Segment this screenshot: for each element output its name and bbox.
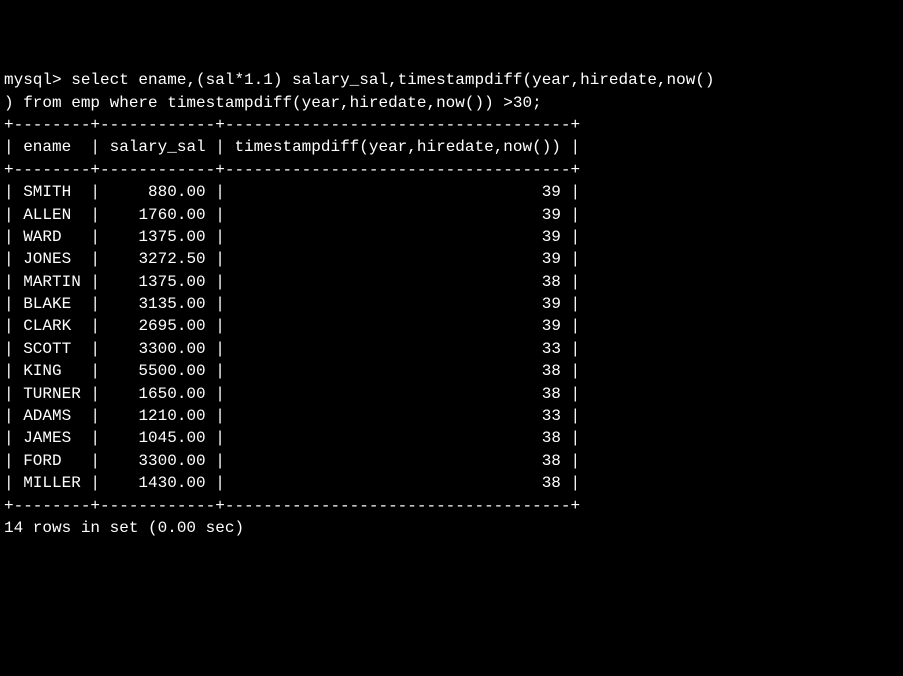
sql-query-text: select ename,(sal*1.1) salary_sal,timest… [4,71,715,111]
table-row: | SCOTT | 3300.00 | 33 | [4,340,580,358]
table-row: | ALLEN | 1760.00 | 39 | [4,206,580,224]
table-row: | WARD | 1375.00 | 39 | [4,228,580,246]
table-border-top: +--------+------------+-----------------… [4,116,580,134]
result-status: 14 rows in set (0.00 sec) [4,519,244,537]
table-row: | MARTIN | 1375.00 | 38 | [4,273,580,291]
table-row: | MILLER | 1430.00 | 38 | [4,474,580,492]
table-row: | FORD | 3300.00 | 38 | [4,452,580,470]
mysql-terminal-output: mysql> select ename,(sal*1.1) salary_sal… [0,45,903,542]
table-border-bottom: +--------+------------+-----------------… [4,497,580,515]
table-row: | SMITH | 880.00 | 39 | [4,183,580,201]
table-row: | BLAKE | 3135.00 | 39 | [4,295,580,313]
table-row: | CLARK | 2695.00 | 39 | [4,317,580,335]
table-row: | ADAMS | 1210.00 | 33 | [4,407,580,425]
table-row: | KING | 5500.00 | 38 | [4,362,580,380]
table-row: | TURNER | 1650.00 | 38 | [4,385,580,403]
table-header-row: | ename | salary_sal | timestampdiff(yea… [4,138,580,156]
table-border-mid: +--------+------------+-----------------… [4,161,580,179]
table-row: | JAMES | 1045.00 | 38 | [4,429,580,447]
table-row: | JONES | 3272.50 | 39 | [4,250,580,268]
mysql-prompt[interactable]: mysql> [4,71,71,89]
